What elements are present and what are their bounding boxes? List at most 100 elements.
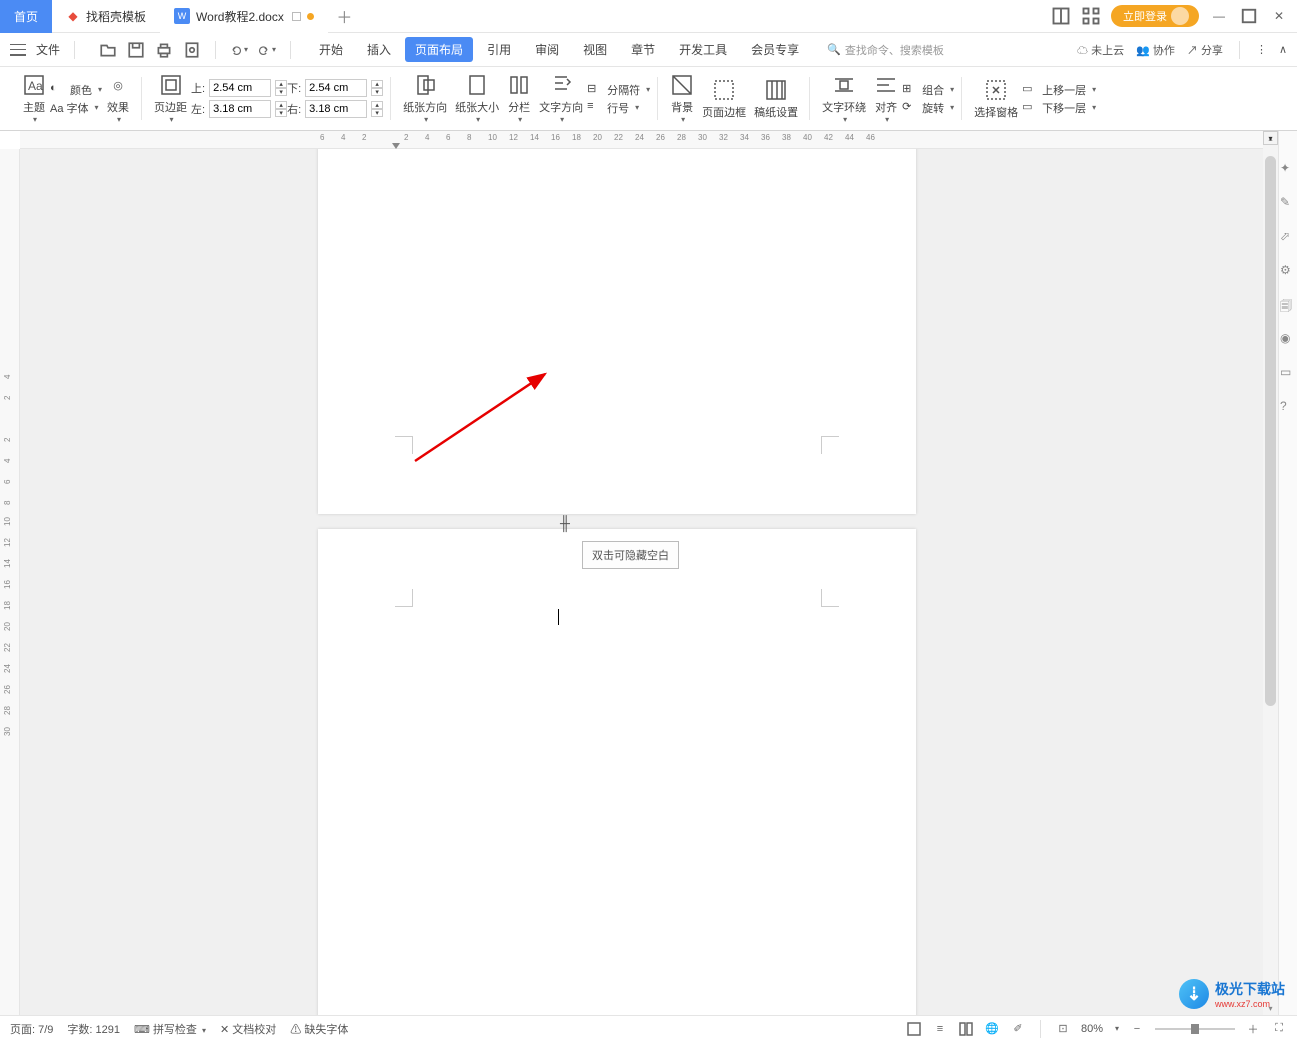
location-icon[interactable]: ◉ bbox=[1280, 331, 1296, 347]
margin-top-input[interactable] bbox=[209, 79, 271, 97]
page-gap-cursor-icon[interactable]: ╫ bbox=[560, 515, 570, 531]
document-editor[interactable]: ╫ 双击可隐藏空白 bbox=[20, 149, 1263, 1015]
collab-button[interactable]: 👥 协作 bbox=[1136, 42, 1175, 58]
add-tab-button[interactable]: ＋ bbox=[328, 4, 361, 28]
paper-size-button[interactable]: 纸张大小▾ bbox=[451, 71, 503, 127]
line-number-button[interactable]: ≡行号▾ bbox=[587, 100, 650, 116]
tab-document[interactable]: W Word教程2.docx bbox=[160, 0, 328, 33]
menu-tabs: 开始插入页面布局引用审阅视图章节开发工具会员专享 bbox=[309, 37, 809, 62]
save-icon[interactable] bbox=[127, 41, 145, 59]
menu-hamburger-icon[interactable] bbox=[10, 44, 26, 56]
page[interactable] bbox=[318, 149, 916, 514]
view-page-icon[interactable] bbox=[906, 1021, 922, 1037]
vertical-ruler[interactable]: 4224681012141618202224262830 bbox=[0, 149, 20, 1015]
view-web-icon[interactable]: 🌐 bbox=[984, 1021, 1000, 1037]
text-direction-button[interactable]: 文字方向▾ bbox=[535, 71, 587, 127]
scrollbar-thumb[interactable] bbox=[1265, 156, 1276, 706]
close-button[interactable]: ✕ bbox=[1269, 6, 1289, 26]
view-read-icon[interactable]: ✐ bbox=[1010, 1021, 1026, 1037]
menu-tab-4[interactable]: 审阅 bbox=[525, 37, 569, 62]
menu-tab-8[interactable]: 会员专享 bbox=[741, 37, 809, 62]
read-icon[interactable]: ▭ bbox=[1280, 365, 1296, 381]
background-button[interactable]: 背景▾ bbox=[666, 71, 698, 127]
undo-icon[interactable]: ▾ bbox=[230, 41, 248, 59]
missing-font[interactable]: ⚠ 缺失字体 bbox=[290, 1021, 348, 1037]
select-icon[interactable]: ⬀ bbox=[1280, 229, 1296, 245]
apps-grid-icon[interactable] bbox=[1081, 6, 1101, 26]
zoom-out-icon[interactable]: − bbox=[1129, 1021, 1145, 1037]
settings-slider-icon[interactable]: ⚙ bbox=[1280, 263, 1296, 279]
margin-left-input[interactable] bbox=[209, 100, 271, 118]
menu-tab-0[interactable]: 开始 bbox=[309, 37, 353, 62]
zoom-fit-icon[interactable]: ⊡ bbox=[1055, 1021, 1071, 1037]
spin-down-icon[interactable]: ▾ bbox=[275, 88, 287, 96]
menu-tab-7[interactable]: 开发工具 bbox=[669, 37, 737, 62]
doc-proof[interactable]: ✕ 文档校对 bbox=[220, 1021, 276, 1037]
menu-tab-1[interactable]: 插入 bbox=[357, 37, 401, 62]
view-layout-icon[interactable] bbox=[958, 1021, 974, 1037]
rotate-button[interactable]: ⟳旋转▾ bbox=[902, 100, 954, 116]
menu-more-icon[interactable]: ⋮ bbox=[1256, 43, 1267, 56]
status-bar: 页面: 7/9 字数: 1291 ⌨ 拼写检查 ▾ ✕ 文档校对 ⚠ 缺失字体 … bbox=[0, 1015, 1297, 1041]
text-wrap-button[interactable]: 文字环绕▾ bbox=[818, 71, 870, 127]
minimize-button[interactable]: — bbox=[1209, 6, 1229, 26]
cloud-status[interactable]: ☁ 未上云 bbox=[1077, 42, 1124, 58]
send-backward-button[interactable]: ▭下移一层▾ bbox=[1022, 100, 1096, 116]
paper-size-icon bbox=[465, 73, 489, 97]
margin-bottom-input[interactable] bbox=[305, 79, 367, 97]
convert-icon[interactable]: 🗐 bbox=[1280, 297, 1296, 313]
open-icon[interactable] bbox=[99, 41, 117, 59]
command-search[interactable]: 🔍 查找命令、搜索模板 bbox=[827, 42, 944, 58]
smart-tool-icon[interactable]: ✦ bbox=[1280, 161, 1296, 177]
effect-button[interactable]: ◎效果▾ bbox=[102, 71, 134, 127]
page[interactable] bbox=[318, 529, 916, 1015]
columns-button[interactable]: 分栏▾ bbox=[503, 71, 535, 127]
menu-tab-5[interactable]: 视图 bbox=[573, 37, 617, 62]
help-icon[interactable]: ? bbox=[1280, 399, 1296, 415]
page-border-button[interactable]: 页面边框 bbox=[698, 71, 750, 127]
effect-icon: ◎ bbox=[106, 73, 130, 97]
zoom-slider[interactable] bbox=[1155, 1028, 1235, 1030]
tab-templates[interactable]: ◆ 找稻壳模板 bbox=[52, 0, 160, 33]
sidebar-toggle-icon[interactable] bbox=[1051, 6, 1071, 26]
selection-pane-button[interactable]: 选择窗格 bbox=[970, 71, 1022, 127]
word-count[interactable]: 字数: 1291 bbox=[67, 1021, 120, 1037]
spin-up-icon[interactable]: ▴ bbox=[275, 80, 287, 88]
theme-color-button[interactable]: ◐颜色▾ bbox=[50, 82, 102, 98]
horizontal-ruler[interactable]: 6422468101214161820222426283032343638404… bbox=[20, 131, 1263, 149]
menu-tab-2[interactable]: 页面布局 bbox=[405, 37, 473, 62]
view-outline-icon[interactable]: ≡ bbox=[932, 1021, 948, 1037]
align-button[interactable]: 对齐▾ bbox=[870, 71, 902, 127]
page-margin-button[interactable]: 页边距▾ bbox=[150, 71, 191, 127]
ruler-indent-marker[interactable] bbox=[392, 143, 400, 149]
bring-forward-button[interactable]: ▭上移一层▾ bbox=[1022, 82, 1096, 98]
redo-icon[interactable]: ▾ bbox=[258, 41, 276, 59]
maximize-button[interactable] bbox=[1239, 6, 1259, 26]
group-button[interactable]: ⊞组合▾ bbox=[902, 82, 954, 98]
page-count[interactable]: 页面: 7/9 bbox=[10, 1021, 53, 1037]
ribbon: Aa主题▾ ◐颜色▾ Aa 字体▾ ◎效果▾ 页边距▾ 上:▴▾ 左:▴▾ 下:… bbox=[0, 67, 1297, 131]
zoom-in-icon[interactable]: ＋ bbox=[1245, 1021, 1261, 1037]
vertical-scrollbar[interactable]: ▴ ▾ bbox=[1263, 131, 1278, 1015]
print-preview-icon[interactable] bbox=[183, 41, 201, 59]
share-button[interactable]: ↗ 分享 bbox=[1187, 42, 1223, 58]
tab-home[interactable]: 首页 bbox=[0, 0, 52, 33]
writing-paper-button[interactable]: 稿纸设置 bbox=[750, 71, 802, 127]
zoom-value[interactable]: 80% bbox=[1081, 1023, 1103, 1035]
pen-icon[interactable]: ✎ bbox=[1280, 195, 1296, 211]
breaks-button[interactable]: ⊟分隔符▾ bbox=[587, 82, 650, 98]
file-menu[interactable]: 文件 bbox=[36, 41, 60, 58]
spell-check[interactable]: ⌨ 拼写检查 ▾ bbox=[134, 1021, 206, 1037]
margin-right-input[interactable] bbox=[305, 100, 367, 118]
login-button[interactable]: 立即登录 bbox=[1111, 5, 1199, 27]
orientation-icon bbox=[413, 73, 437, 97]
menu-tab-6[interactable]: 章节 bbox=[621, 37, 665, 62]
print-icon[interactable] bbox=[155, 41, 173, 59]
ruler-corner-box[interactable]: ▾ bbox=[1263, 131, 1278, 145]
theme-button[interactable]: Aa主题▾ bbox=[18, 71, 50, 127]
fullscreen-icon[interactable]: ⛶ bbox=[1271, 1021, 1287, 1037]
theme-font-button[interactable]: Aa 字体▾ bbox=[50, 100, 102, 116]
menu-tab-3[interactable]: 引用 bbox=[477, 37, 521, 62]
menu-expand-icon[interactable]: ∧ bbox=[1279, 43, 1287, 56]
orientation-button[interactable]: 纸张方向▾ bbox=[399, 71, 451, 127]
